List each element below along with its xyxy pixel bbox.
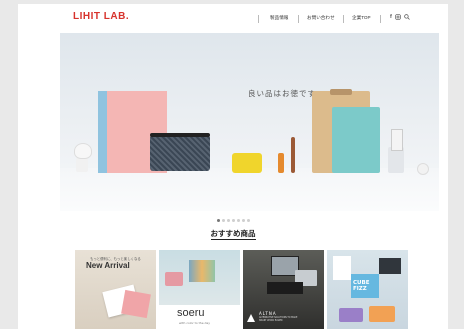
card-subtitle: ALTERNATIVE SOLUTIONS TO MAKE SMART WORK… [259,316,298,322]
card-image-tablet [379,258,401,274]
carousel-dot[interactable] [216,219,220,222]
altna-logo-icon [247,314,255,322]
carousel-dot[interactable] [231,219,235,222]
carousel-dot[interactable] [241,219,245,222]
pouch-zipper [150,133,210,137]
facebook-icon[interactable]: f [390,14,392,20]
hero-banner[interactable]: 良い品はお徳です [60,33,439,211]
instagram-icon[interactable] [395,14,401,20]
card-image-folder [121,289,151,319]
mint-notebook [332,107,380,173]
site-logo[interactable]: LIHIT LAB. [73,11,129,22]
carousel-dot[interactable] [246,219,250,222]
recommended-title: おすすめ商品 [210,229,256,240]
clipboard-clip [330,89,352,95]
nav-products[interactable]: 製品情報 [270,15,288,21]
card-image-box-orange [369,306,395,322]
hero-floor [60,168,439,211]
yellow-pen-stand [232,153,262,173]
plant-leaf [74,143,92,159]
nav-divider [258,15,259,23]
card-new-arrival[interactable]: もっと便利に、もっと楽しくなる New Arrival [75,250,156,329]
card-image-pouch [165,272,183,286]
nav-corporate-top[interactable]: 企業TOP [352,15,371,21]
card-image-files [189,260,215,282]
card-image-stand [267,282,303,294]
pen-cup-items [391,129,403,151]
carousel-dot[interactable] [226,219,230,222]
small-ornament [417,163,429,175]
brown-pen [291,137,295,173]
nav-divider [380,15,381,23]
orange-pen [278,153,284,173]
nav-divider [343,15,344,23]
mesh-pouch [150,135,210,171]
carousel-dot[interactable] [236,219,240,222]
carousel-dot[interactable] [221,219,225,222]
hero-tagline: 良い品はお徳です [248,89,316,98]
card-cube-fizz[interactable]: CUBE FIZZ [327,250,408,329]
site-header: LIHIT LAB. 製品情報 お問い合わせ 企業TOP f [18,4,448,32]
plant-pot [76,158,88,172]
nav-divider [298,15,299,23]
nav-contact[interactable]: お問い合わせ [307,15,335,21]
card-subtitle: with color to the day [179,321,211,325]
page: LIHIT LAB. 製品情報 お問い合わせ 企業TOP f 良い品はお徳です [18,4,448,329]
card-soeru[interactable]: soeru with color to the day [159,250,240,329]
card-label: New Arrival [86,261,130,270]
social-icons: f [390,14,410,20]
carousel-dots [18,219,448,222]
card-label: CUBE FIZZ [353,280,370,292]
search-icon[interactable] [404,14,410,20]
card-label: soeru [177,307,205,319]
card-image-notepad [333,256,351,280]
card-image-box-purple [339,308,363,322]
card-altna[interactable]: ALTNA ALTERNATIVE SOLUTIONS TO MAKE SMAR… [243,250,324,329]
